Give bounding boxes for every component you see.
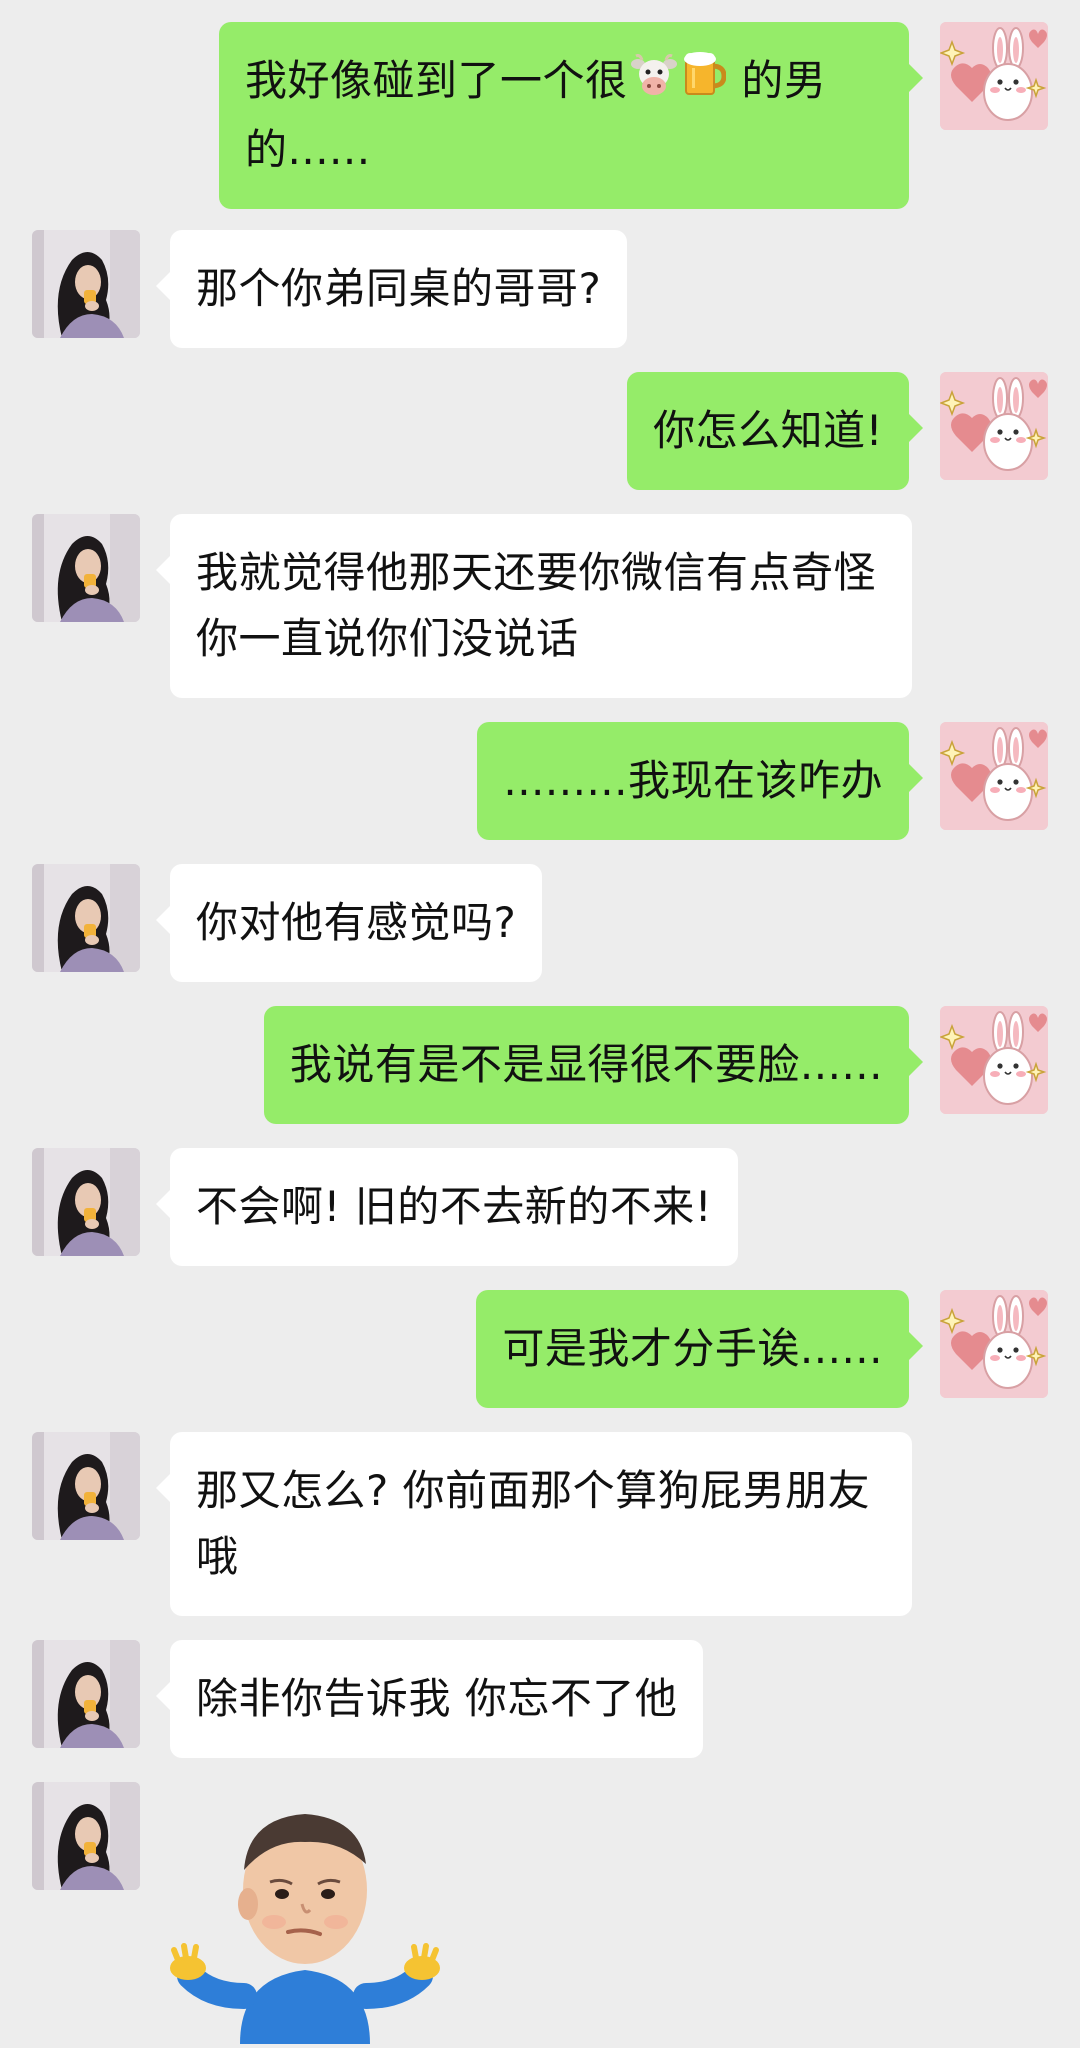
message-bubble-sent[interactable]: 你怎么知道! — [627, 372, 923, 490]
chat-area: 我好像碰到了一个很 的男的...... 那个你弟同桌的哥哥? 你怎么知道! 我就… — [0, 0, 1080, 2044]
friend-avatar[interactable] — [32, 1432, 140, 1540]
friend-avatar[interactable] — [32, 1148, 140, 1256]
message-bubble-received[interactable]: 那个你弟同桌的哥哥? — [156, 230, 628, 348]
bunny-avatar-icon[interactable] — [940, 372, 1048, 480]
friend-avatar[interactable] — [32, 864, 140, 972]
friend-avatar[interactable] — [32, 514, 140, 622]
friend-avatar[interactable] — [32, 1782, 140, 1890]
friend-avatar[interactable] — [32, 1640, 140, 1748]
message-text: 我就觉得他那天还要你微信有点奇怪 你一直说你们没说话 — [196, 548, 877, 663]
message-bubble-sent[interactable]: 可是我才分手诶...... — [476, 1290, 923, 1408]
message-text: 不会啊! 旧的不去新的不来! — [196, 1182, 713, 1231]
message-text: 你对他有感觉吗? — [196, 898, 517, 947]
bunny-avatar-icon[interactable] — [940, 1006, 1048, 1114]
message-bubble-received[interactable]: 那又怎么? 你前面那个算狗屁男朋友哦 — [156, 1432, 912, 1616]
message-text: 你怎么知道! — [653, 406, 883, 455]
bunny-avatar-icon[interactable] — [940, 722, 1048, 830]
bunny-avatar-icon[interactable] — [940, 1290, 1048, 1398]
message-text: 我说有是不是显得很不要脸...... — [289, 1040, 883, 1089]
message-text: 可是我才分手诶...... — [502, 1324, 883, 1373]
shrugging-toddler-sticker[interactable] — [170, 1800, 440, 2044]
message-text: 我好像碰到了一个很 — [245, 56, 628, 105]
message-text: 除非你告诉我 你忘不了他 — [196, 1674, 678, 1723]
message-text: 那个你弟同桌的哥哥? — [196, 264, 602, 313]
message-bubble-received[interactable]: 你对他有感觉吗? — [156, 864, 543, 982]
bunny-avatar-icon[interactable] — [940, 22, 1048, 130]
message-bubble-received[interactable]: 除非你告诉我 你忘不了他 — [156, 1640, 704, 1758]
message-bubble-received[interactable]: 不会啊! 旧的不去新的不来! — [156, 1148, 739, 1266]
message-bubble-sent[interactable]: .........我现在该咋办 — [477, 722, 923, 840]
message-text: 那又怎么? 你前面那个算狗屁男朋友哦 — [196, 1466, 871, 1581]
message-bubble-received[interactable]: 我就觉得他那天还要你微信有点奇怪 你一直说你们没说话 — [156, 514, 912, 698]
message-bubble-sent[interactable]: 我好像碰到了一个很 的男的...... — [219, 22, 923, 209]
message-bubble-sent[interactable]: 我说有是不是显得很不要脸...... — [263, 1006, 923, 1124]
cow-face-icon — [630, 51, 678, 117]
beer-mug-icon — [682, 50, 727, 117]
friend-avatar[interactable] — [32, 230, 140, 338]
message-text: .........我现在该咋办 — [503, 756, 883, 805]
